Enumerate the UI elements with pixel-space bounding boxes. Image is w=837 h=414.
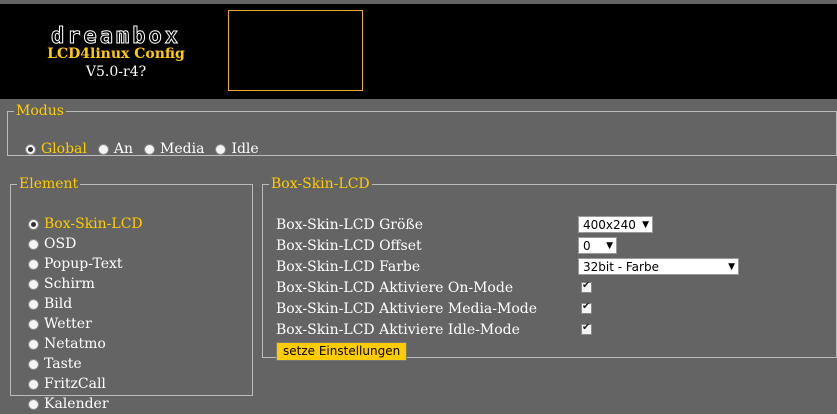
app-version: V5.0-r4? [85,64,147,80]
setting-label: Box-Skin-LCD Größe [276,216,424,233]
offset-select[interactable]: 0 ▼ [578,237,617,254]
modus-options: Global An Media Idle [25,141,270,157]
element-option-fritzcall[interactable]: FritzCall [28,374,143,394]
modus-option-label: Idle [231,141,259,157]
element-option-kalender[interactable]: Kalender [28,394,143,414]
radio-icon[interactable] [28,378,39,390]
header-bar: dreambox LCD4linux Config V5.0-r4? [0,0,837,99]
element-list: Box-Skin-LCD OSD Popup-Text Schirm Bild … [28,214,143,414]
radio-icon[interactable] [28,318,39,330]
radio-icon[interactable] [28,358,39,370]
settings-form: Box-Skin-LCD Größe 400x240 ▼ Box-Skin-LC… [276,214,739,361]
setting-row-offset: Box-Skin-LCD Offset 0 ▼ [276,235,739,256]
modus-option-label: Global [41,141,87,157]
radio-icon[interactable] [25,143,36,155]
modus-option-label: Media [160,141,205,157]
app-title: LCD4linux Config [47,46,185,62]
dropdown-arrow-icon: ▼ [642,219,649,230]
on-mode-checkbox[interactable] [581,280,592,293]
submit-settings-button[interactable]: setze Einstellungen [276,342,408,361]
modus-option-an[interactable]: An [97,141,134,157]
element-option-netatmo[interactable]: Netatmo [28,334,143,354]
radio-icon[interactable] [97,143,109,155]
element-option-label: Netatmo [44,336,106,352]
setting-label: Box-Skin-LCD Aktiviere On-Mode [276,279,514,296]
setting-row-size: Box-Skin-LCD Größe 400x240 ▼ [276,214,739,235]
box-skin-lcd-legend: Box-Skin-LCD [271,176,370,192]
element-option-taste[interactable]: Taste [28,354,143,374]
radio-icon[interactable] [144,143,156,155]
dreambox-logo: dreambox LCD4linux Config V5.0-r4? [22,24,210,80]
setting-row-color: Box-Skin-LCD Farbe 32bit - Farbe ▼ [276,256,739,277]
modus-fieldset: Modus Global An Media Idle [7,103,837,157]
dropdown-arrow-icon: ▼ [606,240,613,251]
setting-label: Box-Skin-LCD Offset [276,237,422,254]
element-option-box-skin-lcd[interactable]: Box-Skin-LCD [28,214,143,234]
element-option-schirm[interactable]: Schirm [28,274,143,294]
modus-option-media[interactable]: Media [144,141,204,157]
select-value: 400x240 [583,217,636,232]
element-option-label: Kalender [44,396,109,412]
radio-icon[interactable] [215,143,227,155]
element-option-label: FritzCall [44,376,106,392]
element-option-bild[interactable]: Bild [28,294,143,314]
element-option-label: Schirm [44,276,95,292]
element-legend: Element [19,176,79,192]
element-option-label: Taste [44,356,82,372]
modus-option-global[interactable]: Global [25,141,87,157]
select-value: 32bit - Farbe [583,259,659,274]
modus-legend: Modus [16,103,64,119]
logo-wordmark: dreambox [51,24,181,49]
radio-icon[interactable] [28,338,39,350]
color-select[interactable]: 32bit - Farbe ▼ [578,258,739,275]
modus-option-label: An [113,141,134,157]
modus-option-idle[interactable]: Idle [215,141,259,157]
setting-row-idle-mode: Box-Skin-LCD Aktiviere Idle-Mode [276,319,739,340]
setting-label: Box-Skin-LCD Aktiviere Media-Mode [276,300,538,317]
element-option-label: Bild [44,296,73,312]
element-option-label: Popup-Text [44,256,123,272]
element-option-wetter[interactable]: Wetter [28,314,143,334]
select-value: 0 [583,238,591,253]
setting-row-on-mode: Box-Skin-LCD Aktiviere On-Mode [276,277,739,298]
element-option-osd[interactable]: OSD [28,234,143,254]
radio-icon[interactable] [28,298,39,310]
lcd-preview-image [228,10,363,91]
radio-icon[interactable] [28,238,39,250]
radio-icon[interactable] [28,398,39,410]
setting-label: Box-Skin-LCD Aktiviere Idle-Mode [276,321,520,338]
element-fieldset: Element Box-Skin-LCD OSD Popup-Text Schi… [10,176,253,412]
setting-row-media-mode: Box-Skin-LCD Aktiviere Media-Mode [276,298,739,319]
element-option-label: Box-Skin-LCD [44,216,143,232]
radio-icon[interactable] [28,258,39,270]
element-option-label: OSD [44,236,77,252]
box-skin-lcd-fieldset: Box-Skin-LCD Box-Skin-LCD Größe 400x240 … [262,176,837,361]
size-select[interactable]: 400x240 ▼ [578,216,653,233]
setting-label: Box-Skin-LCD Farbe [276,258,421,275]
radio-icon[interactable] [28,218,39,230]
idle-mode-checkbox[interactable] [581,322,592,335]
element-option-label: Wetter [44,316,92,332]
media-mode-checkbox[interactable] [581,301,592,314]
element-option-popup-text[interactable]: Popup-Text [28,254,143,274]
radio-icon[interactable] [28,278,39,290]
dropdown-arrow-icon: ▼ [728,261,735,272]
